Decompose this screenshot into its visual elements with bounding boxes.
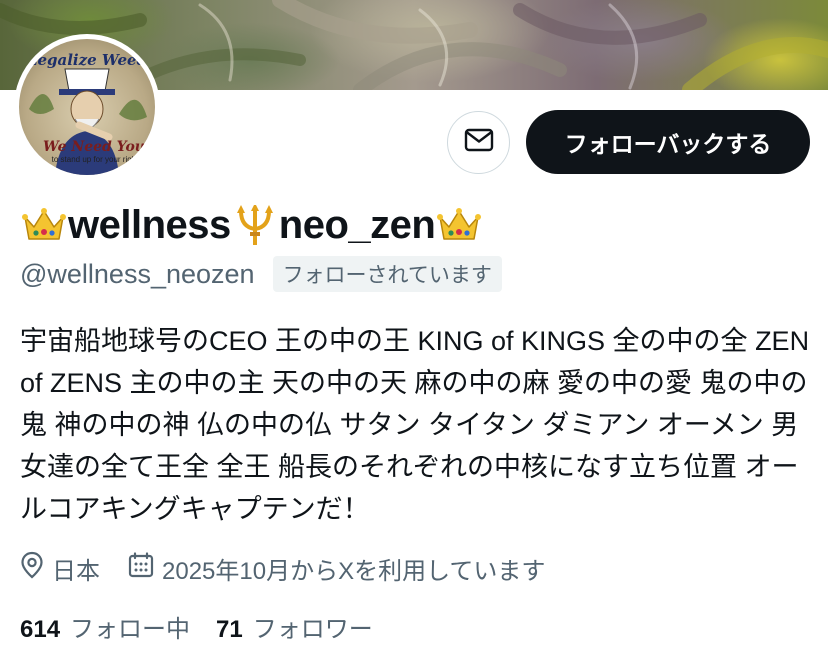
avatar-image: Legalize Weed We Need You to stand up fo… [19,39,155,175]
profile-meta: 日本 2025年10月からXを利用しています [20,550,545,586]
following-count: 614 [20,615,61,643]
name-part-1: wellness [68,202,231,247]
followers-link[interactable]: 71 フォロワー [216,609,373,644]
avatar-sub-text: to stand up for your rights [51,155,143,164]
crown-icon [20,203,68,247]
profile-bio: 宇宙船地球号のCEO 王の中の王 KING of KINGS 全の中の全 ZEN… [20,326,810,524]
envelope-icon [464,128,494,157]
crown-icon [435,203,483,247]
follows-you-badge: フォローされています [272,256,502,292]
follow-back-button[interactable]: フォローバックする [526,110,810,174]
location-pin-icon [20,551,52,586]
follow-stats: 614 フォロー中 71 フォロワー [20,608,373,644]
avatar-bottom-text: We Need You [43,139,145,155]
location: 日本 [20,551,100,586]
join-date: 2025年10月からXを利用しています [128,551,545,586]
avatar[interactable]: Legalize Weed We Need You to stand up fo… [14,34,160,180]
followers-label: フォロワー [252,615,373,643]
name-part-2: neo_zen [278,202,436,247]
join-date-text: 2025年10月からXを利用しています [162,557,546,585]
followers-count: 71 [216,615,243,643]
handle-row: @wellness_neozen フォローされています [20,256,502,292]
trident-icon [231,203,279,247]
message-button[interactable] [447,111,510,174]
user-handle: @wellness_neozen [20,258,255,289]
calendar-icon [128,551,162,585]
following-label: フォロー中 [70,615,191,643]
location-text: 日本 [52,557,100,585]
display-name: wellness neo_zen [20,200,483,250]
following-link[interactable]: 614 フォロー中 [20,609,190,644]
avatar-top-text: Legalize Weed [26,51,148,69]
